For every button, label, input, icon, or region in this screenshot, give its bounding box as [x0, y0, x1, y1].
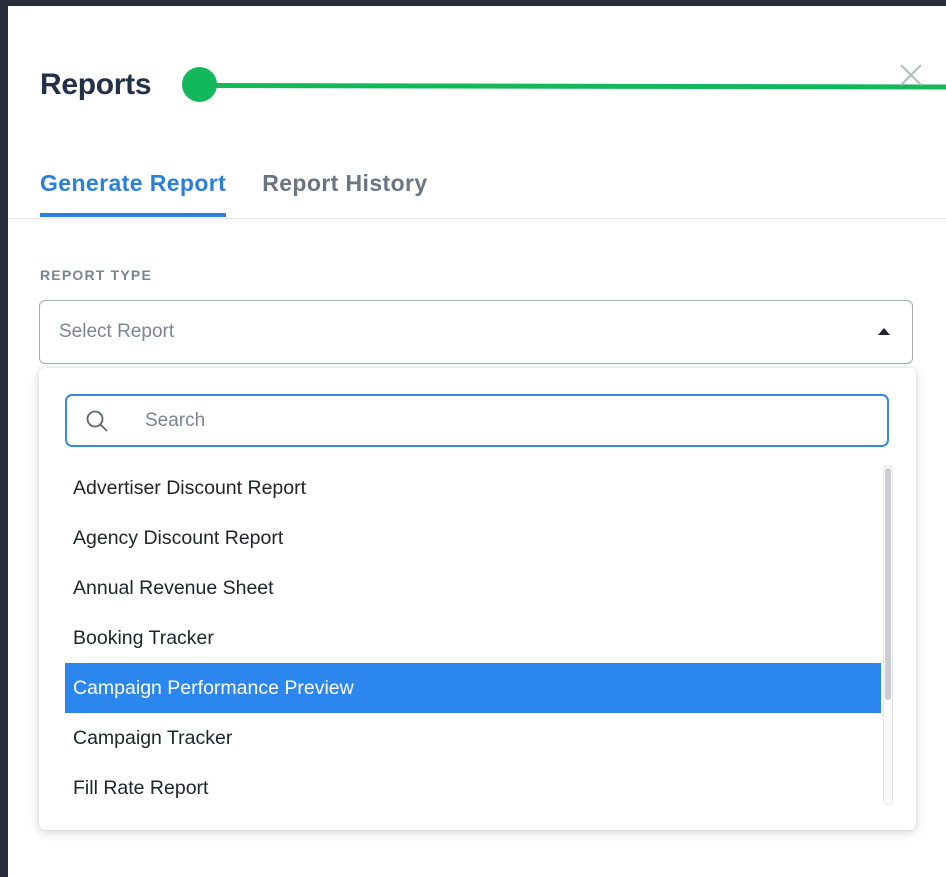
reports-modal: Reports Generate Report Report History R… [8, 6, 946, 877]
report-type-label: REPORT TYPE [40, 267, 152, 283]
dropdown-scrollbar[interactable] [883, 465, 893, 805]
list-item-highlighted[interactable]: Campaign Performance Preview [65, 663, 881, 713]
report-type-dropdown: Advertiser Discount Report Agency Discou… [39, 368, 916, 830]
report-type-select[interactable]: Select Report [39, 300, 913, 364]
close-icon[interactable] [896, 60, 926, 90]
search-icon [86, 410, 108, 431]
tabs-divider [8, 218, 946, 219]
caret-up-icon [878, 327, 890, 335]
search-field[interactable] [65, 394, 889, 447]
annotation-line [207, 83, 946, 90]
tab-bar: Generate Report Report History [40, 170, 428, 217]
list-item[interactable]: Annual Revenue Sheet [65, 563, 881, 613]
scrollbar-thumb[interactable] [885, 468, 891, 700]
tab-generate-report[interactable]: Generate Report [40, 170, 227, 217]
list-item[interactable]: Fill Rate Report [65, 763, 881, 813]
list-item[interactable]: Campaign Tracker [65, 713, 881, 763]
report-options-list: Advertiser Discount Report Agency Discou… [65, 463, 881, 813]
search-input[interactable] [143, 408, 847, 433]
select-placeholder: Select Report [59, 321, 175, 342]
list-item[interactable]: Advertiser Discount Report [65, 463, 881, 513]
list-item[interactable]: Agency Discount Report [65, 513, 881, 563]
modal-title: Reports [40, 68, 152, 101]
tab-report-history[interactable]: Report History [262, 170, 427, 217]
list-item[interactable]: Booking Tracker [65, 613, 881, 663]
